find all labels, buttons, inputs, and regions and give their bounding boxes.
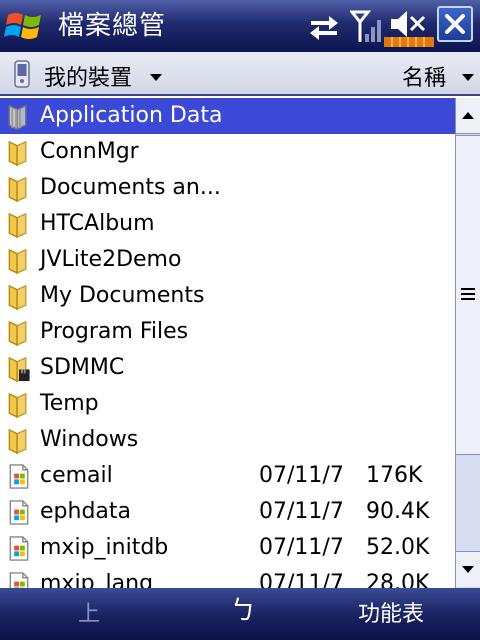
folder-icon [8, 428, 27, 454]
file-size: 52.0K [366, 535, 430, 560]
list-item[interactable]: ConnMgr [0, 134, 455, 170]
vertical-scrollbar[interactable] [455, 98, 480, 588]
chevron-down-icon [150, 74, 162, 81]
file-name: cemail [40, 463, 113, 488]
file-size: 176K [366, 463, 423, 488]
file-name: Program Files [40, 319, 189, 344]
file-date: 07/11/7 [259, 463, 344, 488]
sort-label: 名稱 [402, 66, 447, 91]
storage-card-folder-icon [8, 356, 30, 382]
file-name: ephdata [40, 499, 131, 524]
list-item[interactable]: Temp [0, 386, 455, 422]
close-button[interactable] [437, 6, 473, 42]
softkey-bar: 上 ㄅ 功能表 [0, 588, 480, 640]
file-name: JVLite2Demo [40, 247, 182, 272]
arrow-up-icon [462, 112, 474, 119]
grip-icon [461, 288, 475, 300]
file-size: 90.4K [366, 499, 430, 524]
list-item[interactable]: ephdata 07/11/7 90.4K [0, 494, 455, 530]
file-list[interactable]: Application Data ConnMgr Documents an... HT… [0, 98, 455, 588]
list-item[interactable]: mxip_initdb 07/11/7 52.0K [0, 530, 455, 566]
file-name: Temp [40, 391, 99, 416]
folder-icon [8, 320, 27, 346]
folder-icon [8, 140, 27, 166]
file-name: Documents an... [40, 175, 221, 200]
hidden-folder-icon [8, 104, 27, 130]
folder-icon [8, 392, 27, 418]
scroll-thumb[interactable] [456, 135, 480, 455]
scroll-up-button[interactable] [456, 98, 480, 134]
file-size: 28.0K [366, 571, 430, 588]
location-label: 我的裝置 [44, 66, 133, 91]
scroll-down-button[interactable] [456, 551, 480, 587]
list-item[interactable]: mxip_lang 07/11/7 28.0K [0, 566, 455, 588]
list-item[interactable]: Program Files [0, 314, 455, 350]
file-name: Windows [40, 427, 139, 452]
file-name: ConnMgr [40, 139, 139, 164]
chevron-down-icon [462, 74, 474, 81]
windows-start-icon[interactable] [4, 7, 44, 45]
file-name: Application Data [40, 103, 223, 128]
file-name: mxip_lang [40, 571, 154, 588]
file-icon [9, 500, 29, 525]
device-icon [14, 60, 30, 88]
title-bar: 檔案總管 [0, 0, 480, 52]
softkey-menu[interactable]: 功能表 [358, 600, 424, 630]
list-item[interactable]: cemail 07/11/7 176K [0, 458, 455, 494]
folder-icon [8, 176, 27, 202]
list-item[interactable]: Windows [0, 422, 455, 458]
file-icon [9, 572, 29, 588]
file-name: HTCAlbum [40, 211, 155, 236]
folder-icon [8, 284, 27, 310]
arrow-down-icon [462, 566, 474, 573]
folder-icon [8, 212, 27, 238]
battery-icon [384, 37, 434, 47]
file-icon [9, 536, 29, 561]
close-icon [445, 14, 465, 34]
folder-icon [8, 248, 27, 274]
list-item[interactable]: HTCAlbum [0, 206, 455, 242]
file-name: SDMMC [40, 355, 125, 380]
file-date: 07/11/7 [259, 535, 344, 560]
list-item[interactable]: JVLite2Demo [0, 242, 455, 278]
softkey-up[interactable]: 上 [78, 600, 100, 630]
signal-icon[interactable] [350, 8, 386, 44]
app-title: 檔案總管 [58, 11, 167, 41]
file-date: 07/11/7 [259, 499, 344, 524]
input-method-icon[interactable]: ㄅ [230, 596, 256, 626]
list-item[interactable]: SDMMC [0, 350, 455, 386]
file-name: mxip_initdb [40, 535, 169, 560]
list-item[interactable]: My Documents [0, 278, 455, 314]
location-header: 我的裝置 名稱 [0, 52, 480, 96]
list-item[interactable]: Application Data [0, 98, 455, 134]
file-name: My Documents [40, 283, 205, 308]
file-icon [9, 464, 29, 489]
file-date: 07/11/7 [259, 571, 344, 588]
connectivity-icon[interactable] [307, 8, 341, 44]
list-item[interactable]: Documents an... [0, 170, 455, 206]
